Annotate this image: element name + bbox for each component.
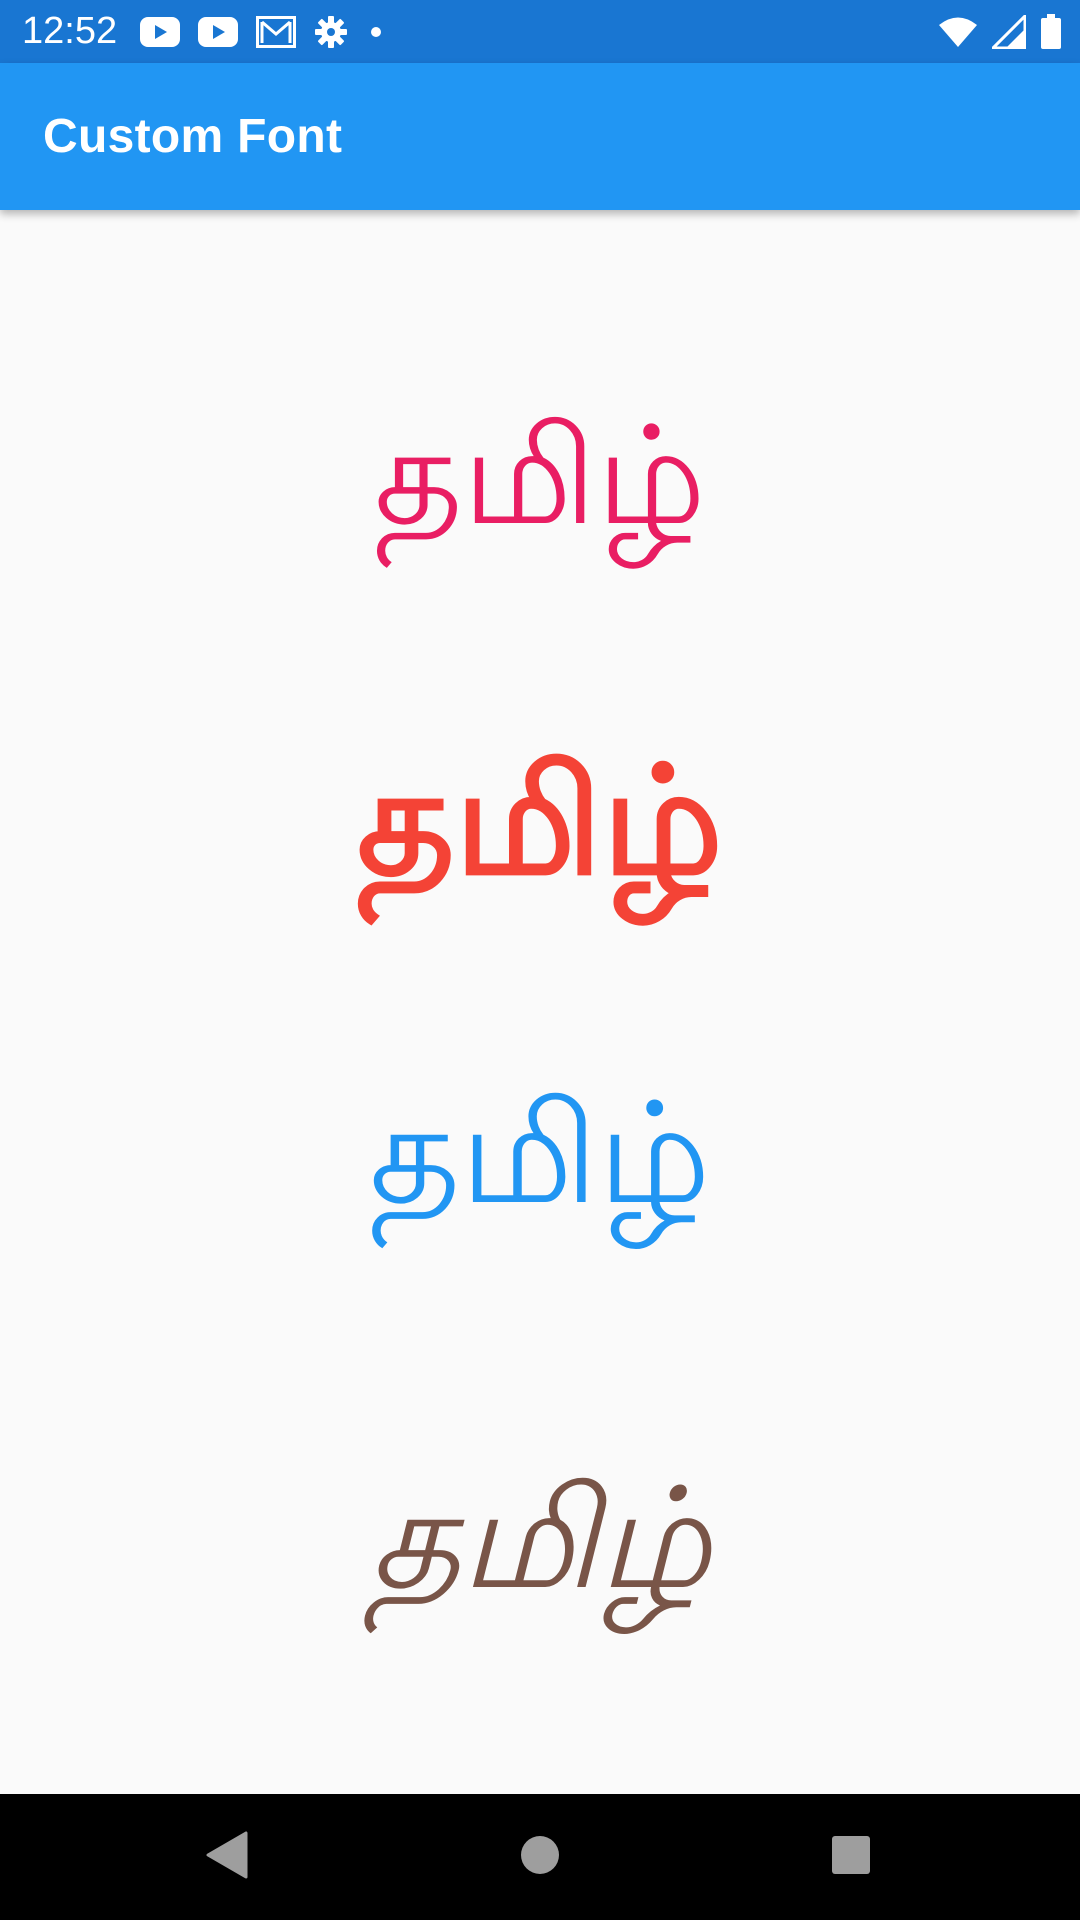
tamil-text-bold: தமிழ் (356, 735, 724, 909)
home-button[interactable] (507, 1824, 573, 1890)
tamil-text-regular: தமிழ் (374, 398, 706, 556)
page-title: Custom Font (43, 110, 343, 163)
home-icon (520, 1835, 560, 1879)
recents-icon (831, 1835, 871, 1879)
battery-icon (1040, 14, 1062, 50)
system-icons (938, 12, 1062, 52)
dot-icon (366, 22, 386, 42)
navigation-bar (0, 1794, 1080, 1920)
tamil-text-light: தமிழ் (369, 1073, 711, 1236)
settings-icon (314, 15, 348, 49)
gmail-icon (256, 16, 296, 48)
main-content: தமிழ் தமிழ் தமிழ் தமிழ் (0, 210, 1080, 1794)
status-time: 12:52 (22, 10, 118, 52)
status-bar: 12:52 (0, 0, 1080, 63)
signal-icon (992, 15, 1026, 49)
back-icon (204, 1831, 248, 1883)
youtube-icon (198, 17, 238, 47)
youtube-icon (140, 17, 180, 47)
back-button[interactable] (193, 1824, 259, 1890)
wifi-icon (938, 16, 978, 48)
recents-button[interactable] (818, 1824, 884, 1890)
tamil-text-italic: தமிழ் (369, 1458, 711, 1621)
app-bar: Custom Font (0, 63, 1080, 210)
notification-icons (140, 12, 386, 52)
